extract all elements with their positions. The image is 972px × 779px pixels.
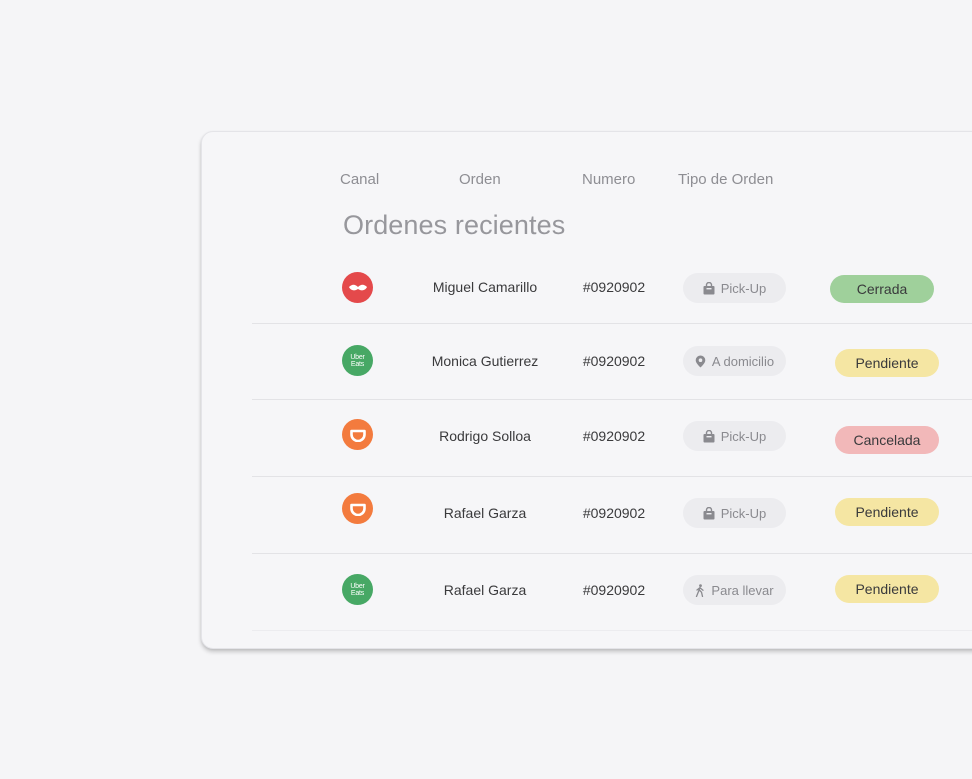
order-type-label: Pick-Up [720, 428, 767, 444]
order-type-pill: A domicilio [683, 346, 786, 376]
table-row[interactable]: Rafael Garza #0920902 Pick-Up Pendiente [252, 478, 972, 554]
row-divider [252, 399, 972, 400]
order-type-label: A domicilio [711, 353, 775, 369]
order-customer-name: Rafael Garza [443, 505, 527, 521]
order-number: #0920902 [582, 353, 646, 369]
uber-eats-logo-icon: Uber Eats [342, 345, 373, 376]
table-row[interactable]: Rodrigo Solloa #0920902 Pick-Up Cancelad… [252, 401, 972, 477]
order-customer-name: Rafael Garza [443, 582, 527, 598]
order-customer-name: Rodrigo Solloa [439, 428, 531, 444]
order-number: #0920902 [582, 428, 646, 444]
status-badge[interactable]: Pendiente [835, 498, 939, 526]
walking-person-icon [695, 583, 705, 597]
order-type-pill: Pick-Up [683, 498, 786, 528]
status-badge[interactable]: Pendiente [835, 349, 939, 377]
order-customer-name: Monica Gutierrez [431, 353, 539, 369]
order-type-label: Pick-Up [720, 280, 767, 296]
order-type-label: Pick-Up [720, 505, 767, 521]
order-type-pill: Para llevar [683, 575, 786, 605]
shopping-bag-icon [703, 506, 715, 520]
column-header-tipo-de-orden[interactable]: Tipo de Orden [678, 171, 773, 188]
didi-logo-icon [342, 493, 373, 524]
order-type-label: Para llevar [711, 582, 774, 598]
row-divider [252, 630, 972, 631]
order-number: #0920902 [582, 505, 646, 521]
table-row[interactable]: Uber Eats Rafael Garza #0920902 Para llev… [252, 555, 972, 631]
status-badge[interactable]: Pendiente [835, 575, 939, 603]
shopping-bag-icon [703, 281, 715, 295]
order-number: #0920902 [582, 279, 646, 295]
status-badge[interactable]: Cerrada [830, 275, 934, 303]
status-badge[interactable]: Cancelada [835, 426, 939, 454]
didi-logo-icon [342, 419, 373, 450]
table-row[interactable]: Uber Eats Monica Gutierrez #0920902 A dom… [252, 324, 972, 400]
rappi-logo-icon [342, 272, 373, 303]
column-header-numero[interactable]: Numero [582, 171, 635, 188]
section-title: Ordenes recientes [343, 210, 566, 240]
column-header-canal[interactable]: Canal [340, 171, 379, 188]
shopping-bag-icon [703, 429, 715, 443]
order-number: #0920902 [582, 582, 646, 598]
order-type-pill: Pick-Up [683, 273, 786, 303]
row-divider [252, 476, 972, 477]
order-customer-name: Miguel Camarillo [432, 279, 538, 295]
column-header-orden[interactable]: Orden [459, 171, 501, 188]
row-divider [252, 553, 972, 554]
table-row[interactable]: Miguel Camarillo #0920902 Pick-Up Cerrad… [252, 248, 972, 324]
uber-eats-logo-icon: Uber Eats [342, 574, 373, 605]
order-type-pill: Pick-Up [683, 421, 786, 451]
location-pin-icon [695, 355, 706, 368]
